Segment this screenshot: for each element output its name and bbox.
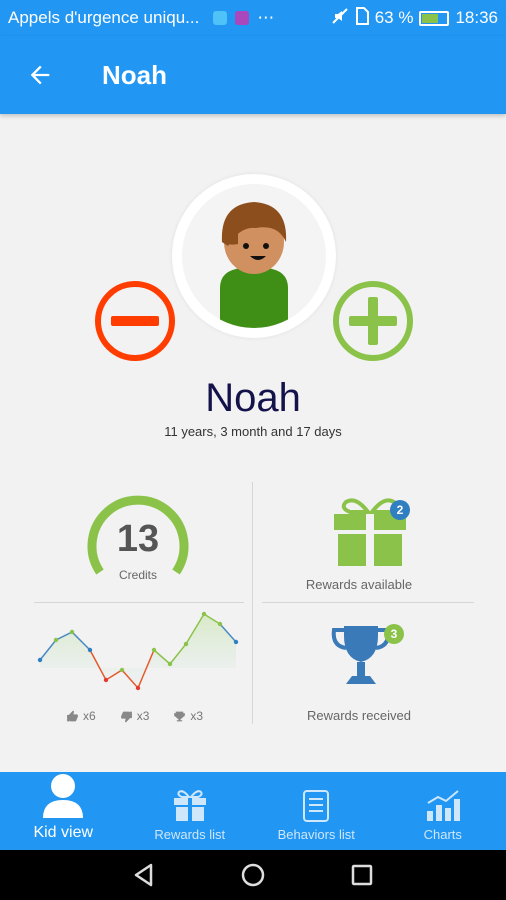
tab-kid-view-label: Kid view bbox=[33, 824, 94, 841]
page-title: Noah bbox=[102, 59, 167, 90]
more-notifications-icon: ⋯ bbox=[257, 8, 275, 27]
plus-icon bbox=[333, 281, 413, 361]
gift-list-icon bbox=[173, 790, 206, 821]
status-bar: Appels d'urgence uniqu... ⋯ 63 % 18:36 bbox=[0, 0, 506, 36]
system-nav-bar bbox=[0, 850, 506, 900]
avatar[interactable] bbox=[172, 174, 336, 338]
trophy-small-icon bbox=[174, 711, 186, 721]
scroll-list-icon bbox=[303, 790, 330, 822]
thumbs-up-count: x6 bbox=[83, 709, 96, 723]
battery-percent: 63 % bbox=[374, 8, 414, 27]
notification-text: Appels d'urgence uniqu... bbox=[8, 8, 200, 27]
minus-icon bbox=[95, 281, 175, 361]
calendar-notification-icon bbox=[235, 11, 250, 25]
thumbs-down-icon bbox=[120, 711, 132, 722]
credits-value: 13 bbox=[116, 518, 160, 560]
app-bar: Noah bbox=[0, 36, 506, 114]
rewards-received-label: Rewards received bbox=[306, 708, 412, 723]
trophy-icon bbox=[331, 626, 391, 684]
behavior-stats: x6 x3 x3 bbox=[66, 709, 203, 723]
back-button[interactable] bbox=[10, 45, 70, 105]
system-home-icon[interactable] bbox=[240, 862, 266, 888]
bottom-nav: Kid view Rewards list Behaviors list Cha… bbox=[0, 772, 506, 850]
tab-rewards-list[interactable]: Rewards list bbox=[127, 772, 254, 850]
system-back-icon[interactable] bbox=[131, 862, 157, 888]
arrow-back-icon bbox=[30, 65, 50, 85]
rewards-received-button[interactable] bbox=[330, 622, 392, 690]
behavior-history-chart[interactable] bbox=[34, 606, 244, 694]
tab-charts[interactable]: Charts bbox=[380, 772, 506, 850]
rewards-available-label: Rewards available bbox=[305, 577, 413, 592]
clock: 18:36 bbox=[455, 8, 498, 27]
remove-credit-button[interactable] bbox=[94, 280, 176, 362]
bar-chart-icon bbox=[426, 790, 460, 821]
rewards-received-badge: 3 bbox=[384, 624, 404, 644]
kid-avatar-icon bbox=[220, 202, 288, 328]
battery-icon bbox=[419, 10, 450, 26]
person-icon bbox=[43, 774, 84, 818]
tab-charts-label: Charts bbox=[423, 827, 462, 842]
sim-icon bbox=[355, 6, 369, 30]
grid-divider-right bbox=[262, 602, 474, 603]
tab-behaviors-list-label: Behaviors list bbox=[277, 827, 355, 842]
kid-name: Noah bbox=[205, 376, 301, 420]
sparkline-icon bbox=[37, 611, 239, 691]
tab-behaviors-list[interactable]: Behaviors list bbox=[253, 772, 380, 850]
tab-kid-view[interactable]: Kid view bbox=[0, 772, 127, 850]
credits-label: Credits bbox=[118, 568, 157, 582]
kid-age: 11 years, 3 month and 17 days bbox=[164, 424, 342, 439]
tab-rewards-list-label: Rewards list bbox=[154, 827, 226, 842]
thumbs-up-icon bbox=[67, 710, 78, 721]
rewards-available-badge: 2 bbox=[390, 500, 410, 520]
system-recents-icon[interactable] bbox=[349, 862, 375, 888]
add-credit-button[interactable] bbox=[332, 280, 414, 362]
mute-icon bbox=[331, 7, 349, 30]
thumbs-down-count: x3 bbox=[136, 709, 150, 723]
trophies-count: x3 bbox=[190, 709, 204, 723]
app-notification-icon bbox=[213, 11, 228, 25]
grid-divider-left bbox=[34, 602, 244, 603]
